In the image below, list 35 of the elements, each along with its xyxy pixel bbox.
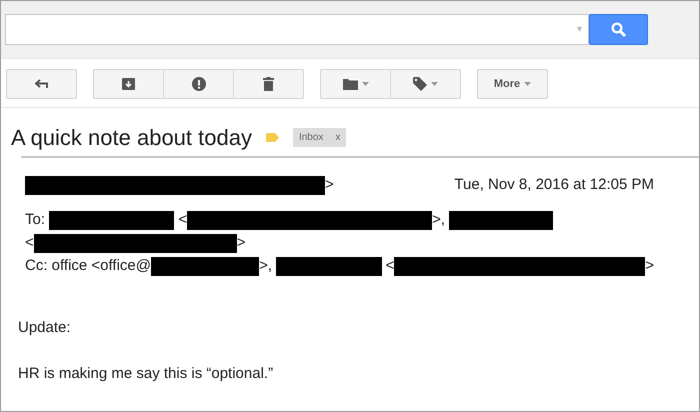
caret-icon: [524, 82, 532, 86]
message-date: Tue, Nov 8, 2016 at 12:05 PM: [454, 175, 654, 196]
email-subject: A quick note about today: [11, 124, 252, 152]
more-button[interactable]: More: [477, 69, 548, 99]
trash-icon: [263, 77, 274, 91]
header-text: Cc: office <office@: [25, 256, 151, 276]
caret-icon: [431, 82, 438, 86]
header-text: <: [25, 233, 34, 254]
importance-marker-icon[interactable]: [266, 132, 279, 142]
header-text: >: [325, 175, 334, 196]
exclamation-icon: [192, 77, 206, 91]
label-text: Inbox: [298, 130, 324, 144]
search-icon: [611, 22, 626, 37]
header-text: >,: [432, 210, 446, 230]
labels-button[interactable]: [390, 69, 461, 99]
folder-icon: [342, 78, 358, 90]
reply-button[interactable]: [6, 69, 77, 99]
body-text: Update:: [18, 318, 72, 338]
header-text: To:: [25, 210, 46, 230]
spam-button[interactable]: [163, 69, 234, 99]
caret-icon: [362, 82, 368, 86]
header-text: >,: [259, 256, 274, 276]
search-button[interactable]: [589, 14, 648, 45]
archive-button[interactable]: [93, 69, 164, 99]
header-text: <: [384, 256, 394, 276]
header-text: <: [177, 210, 188, 230]
header-text: >: [645, 256, 654, 276]
header-text: >: [236, 233, 246, 254]
body-text: HR is making me say this is “optional.”: [18, 364, 274, 384]
move-button[interactable]: [320, 69, 391, 99]
delete-button[interactable]: [233, 69, 304, 99]
tag-icon: [413, 77, 427, 91]
archive-box-icon: [122, 78, 135, 90]
reply-arrow-icon: [34, 79, 48, 89]
remove-label-button[interactable]: x: [335, 130, 340, 144]
